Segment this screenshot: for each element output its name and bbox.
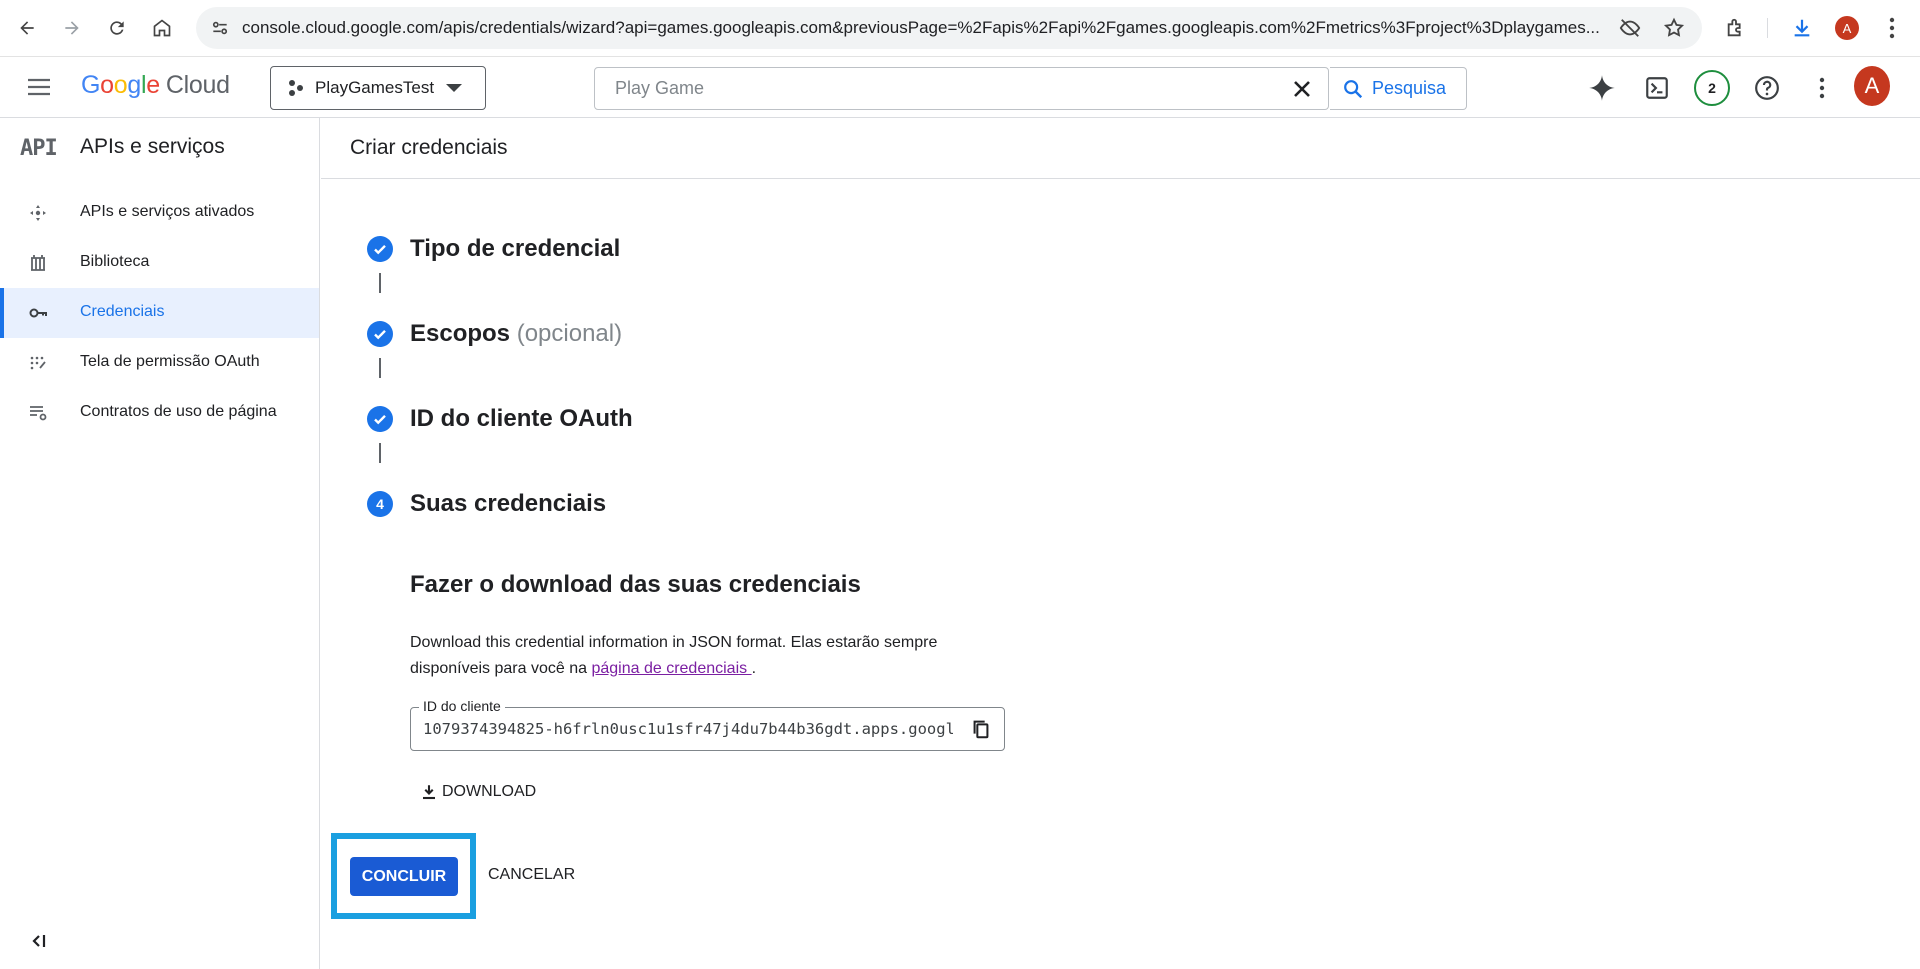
- eye-off-icon[interactable]: [1618, 16, 1642, 40]
- check-icon: [367, 236, 393, 262]
- gemini-sparkle-icon[interactable]: [1584, 70, 1620, 106]
- project-selector[interactable]: PlayGamesTest: [270, 66, 486, 110]
- check-icon: [367, 406, 393, 432]
- profile-initial: A: [1835, 16, 1859, 40]
- logo-letter: o: [100, 71, 114, 99]
- step-number: 4: [367, 491, 393, 517]
- page-settings-icon: [30, 406, 47, 421]
- search-icon: [1344, 79, 1363, 98]
- star-icon[interactable]: [1662, 16, 1686, 40]
- sidebar-item-label: Contratos de uso de página: [80, 403, 277, 420]
- step-connector: [379, 273, 381, 293]
- extensions-icon[interactable]: [1720, 12, 1752, 44]
- cancel-button[interactable]: CANCELAR: [488, 866, 575, 884]
- oauth-consent-icon: [30, 356, 46, 370]
- cloud-console-header: GoogleCloud PlayGamesTest Pesquisa 2 A: [0, 57, 1920, 118]
- search-button[interactable]: Pesquisa: [1330, 67, 1467, 110]
- download-section-title: Fazer o download das suas credenciais: [410, 571, 861, 598]
- download-icon[interactable]: [1786, 12, 1818, 44]
- project-name: PlayGamesTest: [315, 78, 435, 97]
- collapse-sidebar-icon[interactable]: [28, 930, 50, 952]
- caret-down-icon: [446, 84, 463, 92]
- toolbar-divider: [1767, 18, 1768, 38]
- sidebar-item-library[interactable]: Biblioteca: [0, 238, 319, 288]
- notifications-button[interactable]: 2: [1694, 70, 1730, 106]
- browser-toolbar: console.cloud.google.com/apis/credential…: [0, 0, 1920, 57]
- sidebar-header: API APIs e serviços: [0, 118, 319, 179]
- search-button-label: Pesquisa: [1372, 78, 1447, 98]
- step-credential-type[interactable]: Tipo de credencial: [367, 235, 767, 266]
- sidebar-item-enabled-apis[interactable]: APIs e serviços ativados: [0, 188, 319, 238]
- logo-cloud-text: Cloud: [165, 71, 230, 99]
- sidebar-item-label: APIs e serviços ativados: [80, 203, 255, 220]
- download-icon: [423, 785, 435, 800]
- page-header: Criar credenciais: [321, 118, 1920, 179]
- client-id-value[interactable]: 1079374394825-h6frln0usc1u1sfr47j4du7b44…: [423, 720, 953, 738]
- cloud-shell-icon[interactable]: [1639, 70, 1675, 106]
- copy-icon[interactable]: [970, 718, 992, 740]
- credentials-page-link[interactable]: página de credenciais: [591, 660, 751, 677]
- step-label: ID do cliente OAuth: [410, 405, 633, 432]
- reload-icon[interactable]: [100, 11, 134, 45]
- page-title: Criar credenciais: [350, 136, 508, 159]
- step-label: Suas credenciais: [410, 490, 607, 517]
- step-label: Escopos (opcional): [410, 320, 622, 348]
- project-icon: [289, 80, 303, 96]
- library-icon: [31, 255, 45, 271]
- apis-icon: [30, 205, 46, 221]
- address-bar[interactable]: console.cloud.google.com/apis/credential…: [196, 7, 1702, 49]
- download-description: Download this credential information in …: [410, 630, 970, 682]
- api-logo-icon: API: [20, 136, 58, 161]
- site-info-icon[interactable]: [210, 18, 230, 43]
- url-text: console.cloud.google.com/apis/credential…: [242, 18, 1600, 37]
- sidebar-item-page-usage[interactable]: Contratos de uso de página: [0, 388, 319, 438]
- sidebar-title: APIs e serviços: [80, 135, 225, 158]
- step-scopes[interactable]: Escopos (opcional): [367, 320, 767, 351]
- step-label-text: Escopos: [410, 320, 511, 347]
- download-button[interactable]: DOWNLOAD: [420, 778, 536, 806]
- step-oauth-client-id[interactable]: ID do cliente OAuth: [367, 405, 767, 436]
- logo-letter: g: [127, 71, 141, 99]
- search-input[interactable]: [595, 68, 1330, 109]
- forward-icon[interactable]: [55, 11, 89, 45]
- step-connector: [379, 358, 381, 378]
- step-connector: [379, 443, 381, 463]
- sidebar: API APIs e serviços APIs e serviços ativ…: [0, 118, 320, 969]
- download-button-label: DOWNLOAD: [442, 783, 537, 800]
- done-button[interactable]: CONCLUIR: [350, 857, 458, 896]
- close-icon[interactable]: [1290, 77, 1314, 101]
- notification-count: 2: [1694, 70, 1730, 106]
- menu-icon[interactable]: [26, 75, 52, 99]
- search-box: [594, 67, 1330, 110]
- avatar-initial: A: [1854, 66, 1890, 106]
- home-icon[interactable]: [145, 11, 179, 45]
- client-id-field: ID do cliente 1079374394825-h6frln0usc1u…: [410, 698, 1005, 751]
- check-icon: [367, 321, 393, 347]
- step-your-credentials: 4 Suas credenciais: [367, 490, 767, 521]
- step-optional-text: (opcional): [516, 320, 623, 347]
- more-vert-icon[interactable]: [1804, 70, 1840, 106]
- client-id-label: ID do cliente: [419, 698, 505, 714]
- sidebar-item-oauth-consent[interactable]: Tela de permissão OAuth: [0, 338, 319, 388]
- sidebar-item-label: Tela de permissão OAuth: [80, 353, 260, 370]
- logo-letter: G: [81, 71, 101, 99]
- logo-letter: e: [146, 71, 160, 99]
- sidebar-item-label: Credenciais: [80, 303, 165, 320]
- profile-avatar[interactable]: A: [1831, 12, 1863, 44]
- sidebar-item-credentials[interactable]: Credenciais: [0, 288, 319, 338]
- sidebar-item-label: Biblioteca: [80, 253, 150, 270]
- back-icon[interactable]: [10, 11, 44, 45]
- help-icon[interactable]: [1749, 70, 1785, 106]
- step-label: Tipo de credencial: [410, 235, 621, 262]
- more-vert-icon[interactable]: [1876, 12, 1908, 44]
- account-avatar[interactable]: A: [1854, 66, 1890, 106]
- download-desc-end: .: [751, 660, 757, 677]
- key-icon: [29, 308, 47, 318]
- google-cloud-logo[interactable]: Google Cloud: [81, 71, 230, 100]
- logo-letter: o: [113, 71, 128, 99]
